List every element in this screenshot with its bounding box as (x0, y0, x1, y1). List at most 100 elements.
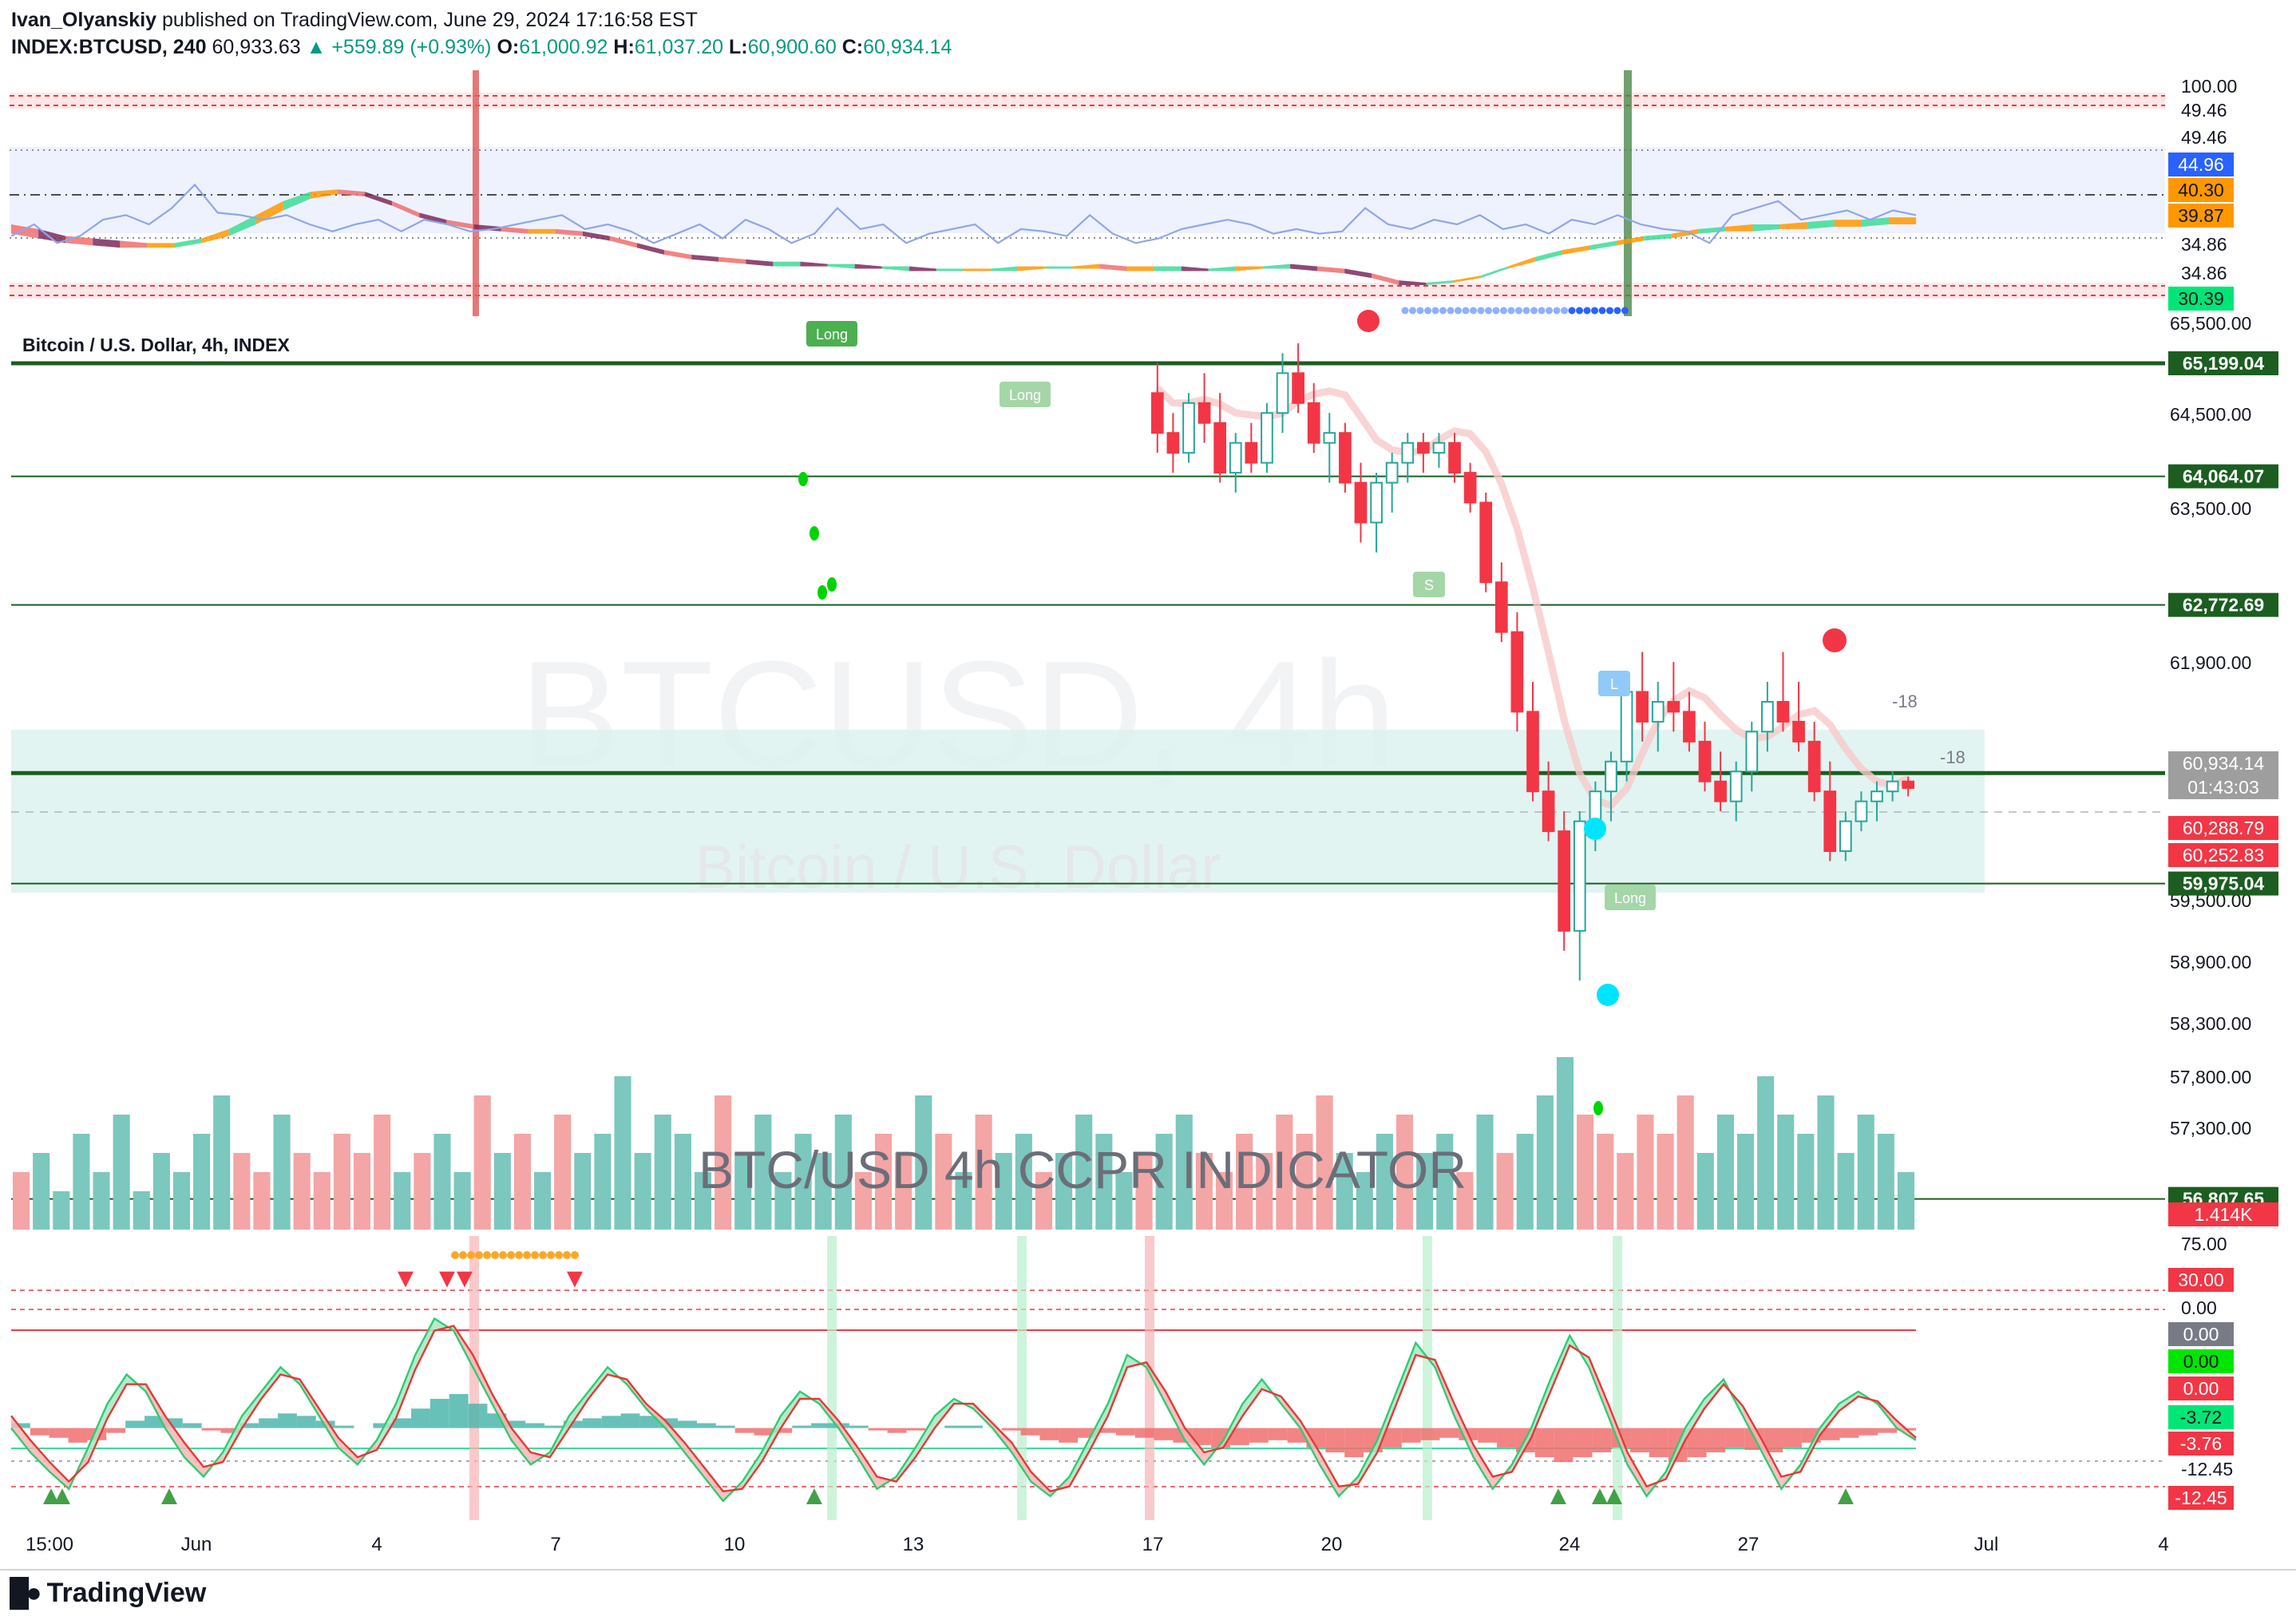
volume-bar (1857, 1115, 1874, 1230)
histogram-bar (68, 1428, 88, 1443)
buy-marker-icon: ▲ (156, 1480, 183, 1511)
wave-segment (1562, 245, 1589, 255)
wave-segment (936, 268, 964, 271)
signal-dot (1447, 307, 1455, 315)
signal-dot (1500, 307, 1507, 315)
volume-bar (594, 1134, 612, 1230)
volume-bar (674, 1134, 691, 1230)
histogram-bar (544, 1425, 564, 1428)
osc-tick-label: 34.86 (2181, 234, 2227, 255)
sell-marker-icon: ▼ (451, 1263, 478, 1293)
candle-body (1510, 631, 1524, 713)
logo-mark-icon: █● (10, 1578, 42, 1608)
wave-segment (1181, 266, 1209, 271)
wave-segment (1480, 266, 1508, 279)
wave-segment (1126, 266, 1154, 271)
osc-tick-label: 49.46 (2181, 127, 2227, 148)
osc-tick-label: 34.86 (2181, 263, 2227, 283)
volume-bar (1476, 1115, 1494, 1230)
histogram-bar (49, 1428, 69, 1438)
histogram-bar (201, 1428, 221, 1431)
wave-segment (1534, 250, 1562, 262)
histogram-bar (1420, 1428, 1440, 1440)
time-tick-label: Jun (181, 1534, 212, 1555)
histogram-bar (125, 1420, 145, 1428)
time-tick-label: 17 (1142, 1534, 1164, 1555)
osc-badge-text: 44.96 (2178, 154, 2224, 175)
time-axis[interactable]: 15:00 Jun 4 7 10 13 17 20 24 27 Jul 4 (0, 1534, 2296, 1571)
histogram-bar (678, 1420, 697, 1428)
buy-marker-icon: ▲ (49, 1480, 76, 1511)
volume-bar (433, 1134, 451, 1230)
candle-body (1261, 412, 1273, 464)
signal-label: Long (1009, 387, 1041, 403)
green-highlight (827, 1236, 837, 1520)
histogram-bar (278, 1413, 297, 1428)
wave-segment (1317, 266, 1345, 274)
osc-badge-text: 0.00 (2183, 1378, 2219, 1399)
volume-bar (1897, 1172, 1914, 1230)
price-tick-label: 65,500.00 (2170, 313, 2251, 334)
wave-segment (1072, 263, 1100, 269)
histogram-bar (1534, 1428, 1554, 1458)
volume-bar (33, 1153, 50, 1230)
time-tick-label: Jul (1974, 1534, 1999, 1555)
orange-dot (475, 1251, 483, 1259)
histogram-bar (715, 1425, 735, 1428)
histogram-bar (1554, 1428, 1574, 1463)
candle-body (1292, 372, 1304, 404)
histogram-bar (1649, 1428, 1669, 1458)
top-oscillator-pane[interactable] (10, 70, 2165, 316)
histogram-bar (620, 1413, 640, 1428)
bottom-oscillator-pane[interactable]: ▼ ▼▼ ▼▲▲ ▲ ▲ ▲ ▲▲ ▲ (10, 1236, 2165, 1520)
wave-segment (147, 243, 175, 248)
histogram-bar (868, 1428, 888, 1431)
oscillator-fill (11, 1416, 31, 1453)
orange-dot (531, 1251, 539, 1259)
signal-dot (1597, 984, 1619, 1006)
orange-dot (491, 1251, 499, 1259)
price-tick-label: 61,900.00 (2170, 652, 2251, 673)
orange-dot (467, 1251, 475, 1259)
buy-dot (817, 585, 827, 600)
price-pane[interactable]: BTCUSD, 4h Bitcoin / U.S. Dollar Bitcoin… (11, 310, 2165, 1230)
candle-body (1229, 442, 1242, 474)
time-tick-label: 15:00 (26, 1534, 73, 1555)
green-highlight-2 (1017, 1236, 1027, 1520)
green-highlight-3 (1423, 1236, 1432, 1520)
time-tick-label: 20 (1321, 1534, 1343, 1555)
signal-dot (1462, 307, 1470, 315)
wave-segment (1589, 240, 1617, 251)
histogram-bar (601, 1416, 621, 1428)
histogram-bar (1134, 1428, 1154, 1438)
signal-dot (1553, 307, 1561, 315)
buy-dot (1593, 1101, 1603, 1115)
chart-canvas[interactable]: BTCUSD, 4h Bitcoin / U.S. Dollar Bitcoin… (0, 0, 2296, 1624)
candle-body (1823, 790, 1837, 853)
histogram-bar (1020, 1428, 1040, 1436)
tradingview-logo-icon[interactable]: █● TradingView (10, 1578, 206, 1609)
candle-body (1636, 691, 1649, 723)
time-tick-label: 27 (1738, 1534, 1760, 1555)
level-badge-text: 59,975.04 (2183, 873, 2265, 894)
wave-segment (909, 266, 936, 271)
histogram-bar (1344, 1428, 1364, 1458)
candle-body (1213, 422, 1227, 474)
volume-bar (253, 1172, 271, 1230)
histogram-bar (182, 1423, 202, 1428)
price-tick-label: 64,500.00 (2170, 404, 2251, 425)
candle-body (1463, 472, 1477, 504)
wave-segment (636, 243, 665, 255)
volume-bar (414, 1153, 431, 1230)
wave-segment (991, 266, 1019, 271)
volume-bar (1797, 1134, 1815, 1230)
candle-body (1307, 402, 1320, 444)
histogram-bar (1478, 1428, 1498, 1443)
wave-segment (174, 238, 202, 248)
volume-bar (213, 1095, 231, 1230)
candle-body (1166, 432, 1180, 454)
histogram-bar (1154, 1428, 1174, 1440)
price-tick-label: 58,900.00 (2170, 952, 2251, 972)
volume-bar (1637, 1115, 1654, 1230)
histogram-bar (1859, 1428, 1878, 1436)
